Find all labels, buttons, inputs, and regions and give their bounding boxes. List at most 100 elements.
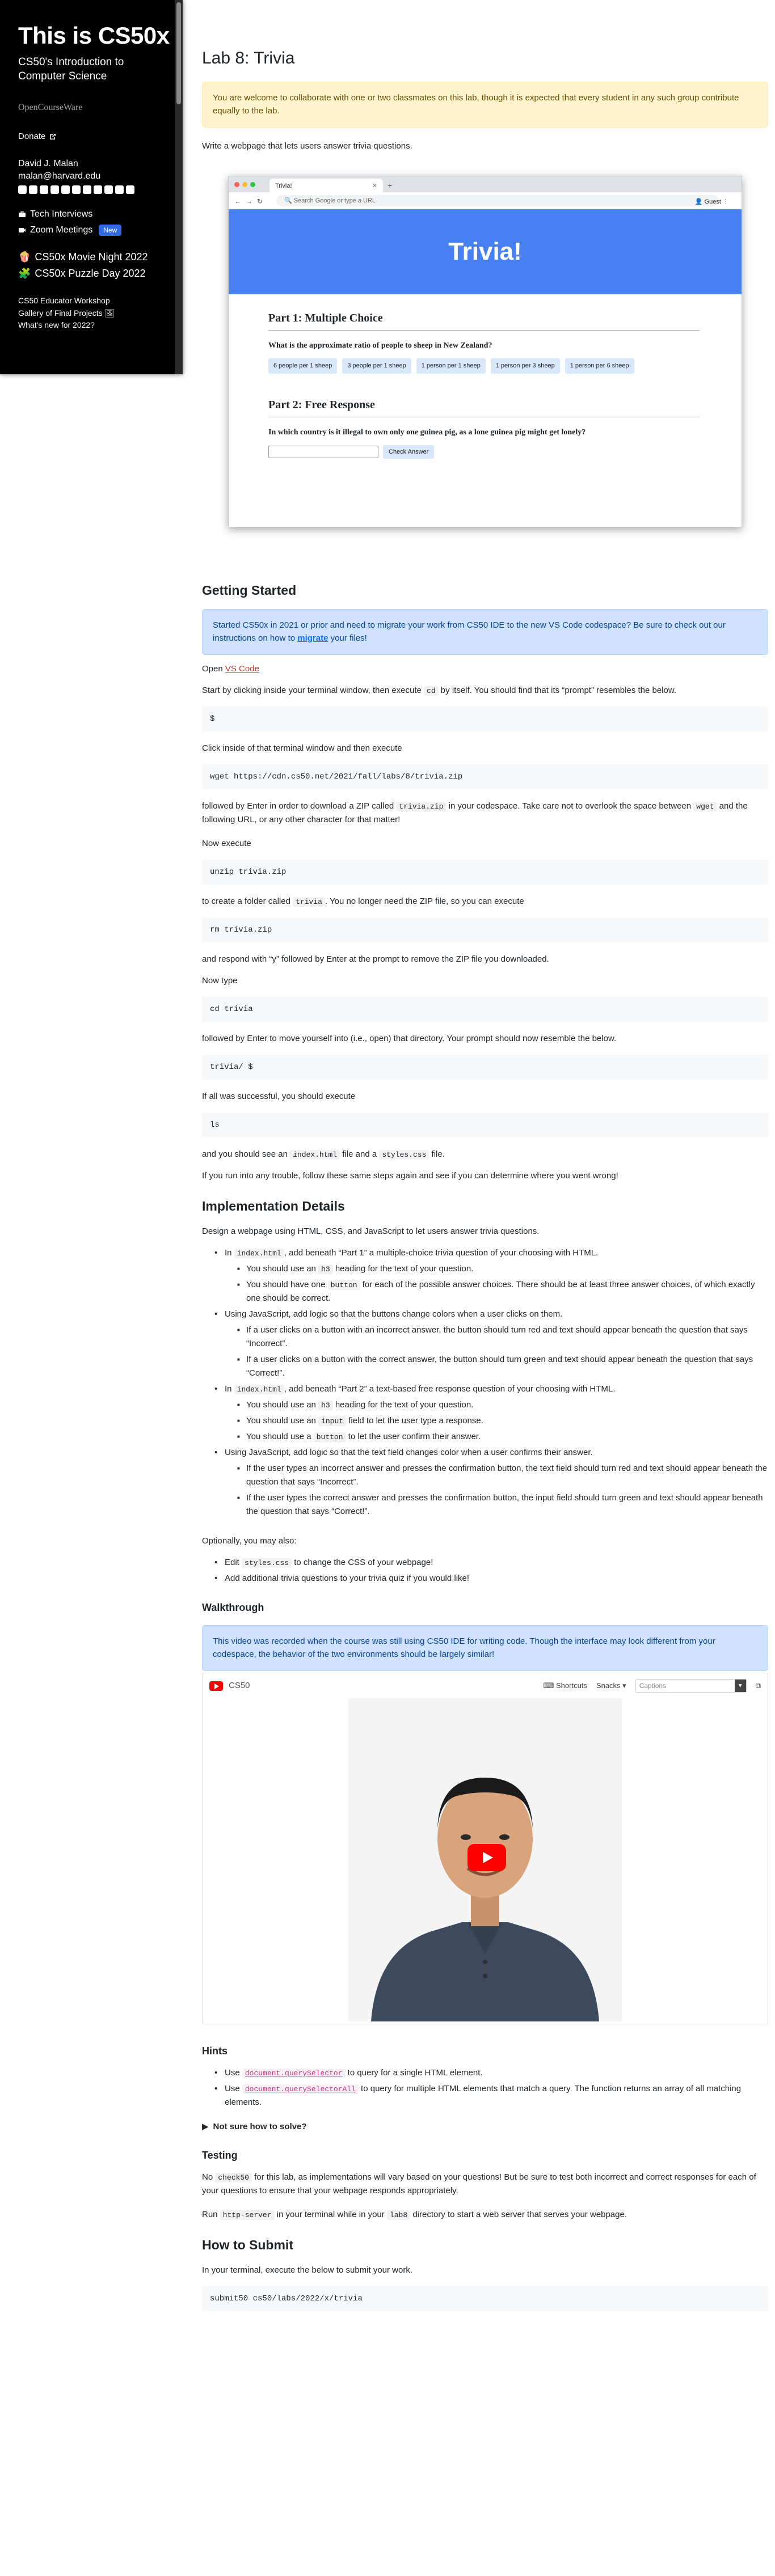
queryselector-link[interactable]: document.querySelector [242, 2069, 346, 2078]
step7-text: If all was successful, you should execut… [202, 1092, 356, 1101]
instagram-icon[interactable] [40, 185, 48, 194]
text: Use [225, 2084, 242, 2093]
video-channel[interactable]: CS50 [229, 1680, 250, 1693]
movie-night-label[interactable]: CS50x Movie Night 2022 [35, 249, 148, 265]
popcorn-icon: 🍿 [18, 251, 31, 263]
part2-question: In which country is it illegal to own on… [268, 428, 586, 437]
external-link-icon[interactable]: ⧉ [756, 1680, 761, 1691]
text: directory to start a web server that ser… [410, 2210, 627, 2219]
list-item: In index.html, add beneath “Part 2” a te… [202, 1382, 768, 1444]
donate-link[interactable]: Donate [18, 130, 183, 143]
tech-interviews-label[interactable]: Tech Interviews [30, 208, 92, 221]
vscode-link[interactable]: VS Code [225, 664, 259, 674]
zoom-dot [250, 182, 255, 187]
snacks-label[interactable]: Snacks [596, 1681, 621, 1690]
check-answer-button: Check Answer [383, 445, 435, 459]
code-cd: cd [424, 686, 439, 696]
shortcuts-button[interactable]: ⌨ Shortcuts [544, 1680, 587, 1691]
whats-new-link[interactable]: What's new for 2022? [18, 319, 183, 332]
orcid-icon[interactable] [61, 185, 70, 194]
list-item: You should use an h3 heading for the tex… [225, 1398, 768, 1412]
movie-night-link[interactable]: 🍿 CS50x Movie Night 2022 [18, 249, 183, 265]
close-dot [234, 182, 239, 187]
wget-code-block: wget https://cdn.cs50.net/2021/fall/labs… [202, 764, 768, 789]
choice-button: 1 person per 1 sheep [416, 358, 486, 374]
hints-heading: Hints [202, 2045, 228, 2057]
queryselectorall-link[interactable]: document.querySelectorAll [242, 2084, 359, 2094]
youtube-icon[interactable] [126, 185, 134, 194]
sidebar-scrollbar[interactable] [175, 0, 183, 374]
choice-button: 6 people per 1 sheep [268, 358, 338, 374]
text: You should use an [246, 1264, 319, 1274]
linkedin-icon[interactable] [50, 185, 59, 194]
play-button[interactable] [467, 1844, 506, 1871]
step9-text: If you run into any trouble, follow thes… [202, 1171, 618, 1181]
part2-title: Part 2: Free Response [268, 396, 700, 417]
instructor-email[interactable]: malan@harvard.edu [18, 170, 183, 183]
submit-intro: In your terminal, execute the below to s… [202, 2265, 413, 2275]
sidebar: This is CS50x CS50's Introduction to Com… [0, 0, 183, 374]
gallery-link[interactable]: Gallery of Final Projects 🖼 [18, 307, 183, 320]
impl-intro: Design a webpage using HTML, CSS, and Ja… [202, 1226, 540, 1236]
shortcuts-label[interactable]: Shortcuts [556, 1681, 587, 1690]
course-title[interactable]: This is CS50x [18, 22, 183, 49]
testing-text1: No check50 for this lab, as implementati… [202, 2171, 768, 2198]
quora-icon[interactable] [72, 185, 81, 194]
reddit-icon[interactable] [83, 185, 91, 194]
tech-interviews-link[interactable]: Tech Interviews [18, 208, 183, 221]
snacks-dropdown[interactable]: Snacks ▾ [596, 1680, 626, 1691]
scrollbar-thumb[interactable] [176, 2, 181, 104]
open-text: Open [202, 664, 225, 674]
code-h3: h3 [318, 1401, 333, 1410]
code-http-server: http-server [220, 2210, 275, 2220]
cd-code-block: cd trivia [202, 997, 768, 1022]
youtube-icon[interactable] [209, 1681, 223, 1691]
text: , add beneath “Part 2” a text-based free… [284, 1384, 616, 1394]
zoom-meetings-link[interactable]: Zoom Meetings New [18, 223, 183, 237]
choice-button: 3 people per 1 sheep [342, 358, 411, 374]
code-button: button [327, 1280, 360, 1290]
migrate-note-end: your files! [328, 633, 367, 644]
text: Use [225, 2068, 242, 2078]
zoom-meetings-label[interactable]: Zoom Meetings [30, 223, 92, 237]
step1-b: by itself. You should find that its “pro… [438, 686, 677, 695]
text: for this lab, as implementations will va… [202, 2172, 756, 2196]
ls-code-block: ls [202, 1113, 768, 1137]
browser-tabbar: Trivia! ✕ + [229, 176, 742, 192]
donate-label[interactable]: Donate [18, 130, 45, 143]
gallery-label[interactable]: Gallery of Final Projects [18, 308, 103, 318]
external-link-icon [50, 133, 56, 139]
browser-nav-icons: ←→↻ [234, 197, 268, 205]
migrate-link[interactable]: migrate [297, 633, 328, 643]
github-icon[interactable] [29, 185, 37, 194]
step3-a: followed by Enter in order to download a… [202, 801, 397, 811]
chevron-down-icon: ▼ [734, 1680, 746, 1692]
code-index-html: index.html [290, 1150, 340, 1160]
puzzle-day-link[interactable]: 🧩 CS50x Puzzle Day 2022 [18, 266, 183, 281]
twitter-icon[interactable] [115, 185, 124, 194]
puzzle-day-label[interactable]: CS50x Puzzle Day 2022 [35, 266, 145, 281]
facebook-icon[interactable] [18, 185, 27, 194]
text: You should use an [246, 1416, 319, 1426]
step8-text: and you should see an index.html file an… [202, 1148, 768, 1161]
step6-text: followed by Enter to move yourself into … [202, 1034, 617, 1043]
list-item: You should use an input field to let the… [225, 1414, 768, 1428]
text: You should use an [246, 1400, 319, 1410]
submit-code-block: submit50 cs50/labs/2022/x/trivia [202, 2286, 768, 2311]
browser-tab-title: Trivia! [275, 183, 292, 189]
slack-icon[interactable] [94, 185, 102, 194]
text: to let the user confirm their answer. [346, 1432, 481, 1441]
new-tab-icon: + [387, 181, 393, 190]
details-label[interactable]: Not sure how to solve? [213, 2121, 307, 2134]
picture-icon: 🖼 [104, 308, 115, 318]
submit-heading: How to Submit [202, 2237, 293, 2252]
video-embed[interactable]: CS50 ⌨ Shortcuts Snacks ▾ Captions ▼ ⧉ [202, 1673, 768, 2024]
ocw-label[interactable]: OpenCourseWare [18, 101, 183, 115]
solve-details-toggle[interactable]: ▶ Not sure how to solve? [202, 2121, 307, 2134]
tiktok-icon[interactable] [104, 185, 113, 194]
captions-select[interactable]: Captions ▼ [635, 1679, 747, 1693]
educator-workshop-link[interactable]: CS50 Educator Workshop [18, 295, 183, 307]
list-item: You should use a button to let the user … [225, 1430, 768, 1444]
text: No [202, 2172, 216, 2182]
testing-text2: Run http-server in your terminal while i… [202, 2208, 768, 2222]
